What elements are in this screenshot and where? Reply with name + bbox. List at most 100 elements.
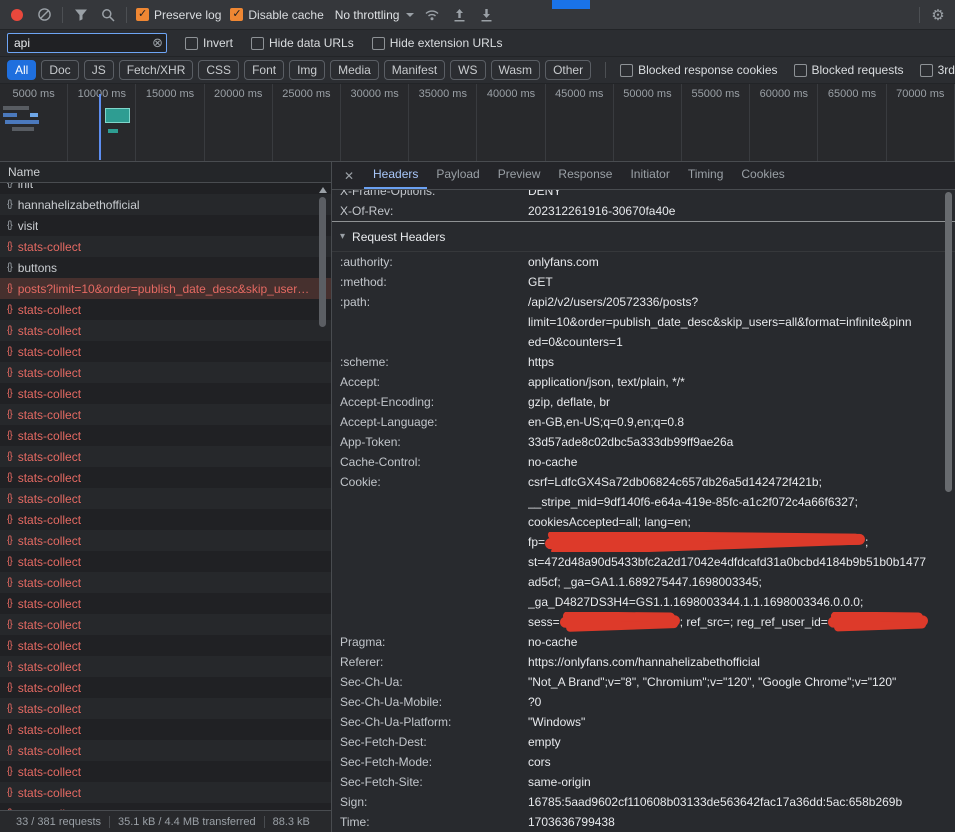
request-row[interactable]: {}stats-collect xyxy=(0,719,331,740)
request-row[interactable]: {}stats-collect xyxy=(0,383,331,404)
search-icon[interactable] xyxy=(99,6,117,24)
request-row[interactable]: {}stats-collect xyxy=(0,740,331,761)
request-row[interactable]: {}stats-collect xyxy=(0,551,331,572)
type-filter-ws[interactable]: WS xyxy=(450,60,485,80)
header-value-line: https://onlyfans.com/hannahelizabethoffi… xyxy=(528,652,955,672)
request-list-scrollbar[interactable] xyxy=(317,185,328,808)
network-conditions-icon[interactable] xyxy=(423,6,441,24)
request-row[interactable]: {}stats-collect xyxy=(0,299,331,320)
request-row[interactable]: {}posts?limit=10&order=publish_date_desc… xyxy=(0,278,331,299)
request-row[interactable]: {}stats-collect xyxy=(0,803,331,810)
header-name: X-Of-Rev: xyxy=(340,201,528,221)
tab-preview[interactable]: Preview xyxy=(489,162,550,189)
disable-cache-checkbox[interactable]: Disable cache xyxy=(230,8,323,22)
request-row[interactable]: {}stats-collect xyxy=(0,362,331,383)
throttling-select[interactable]: No throttling xyxy=(335,8,415,22)
script-icon: {} xyxy=(7,556,12,567)
type-filter-manifest[interactable]: Manifest xyxy=(384,60,445,80)
section-title: Request Headers xyxy=(352,230,445,244)
value-text: __stripe_mid=9df140f6-e64a-419e-85fc-a1c… xyxy=(528,495,858,509)
request-headers-rows: :authority:onlyfans.com:method:GET:path:… xyxy=(332,252,955,832)
request-row[interactable]: {}stats-collect xyxy=(0,341,331,362)
request-row[interactable]: {}stats-collect xyxy=(0,677,331,698)
invert-checkbox[interactable]: Invert xyxy=(185,36,233,50)
hide-extension-urls-checkbox[interactable]: Hide extension URLs xyxy=(372,36,503,50)
filter-icon[interactable] xyxy=(72,6,90,24)
request-row[interactable]: {}stats-collect xyxy=(0,425,331,446)
header-row: Cookie:csrf=LdfcGX4Sa72db06824c657db26a5… xyxy=(332,472,955,632)
tab-cookies[interactable]: Cookies xyxy=(732,162,793,189)
detail-scrollbar[interactable] xyxy=(943,190,954,832)
export-har-icon[interactable] xyxy=(477,6,495,24)
header-row: Sec-Fetch-Dest:empty xyxy=(332,732,955,752)
tab-headers[interactable]: Headers xyxy=(364,162,427,189)
type-filter-all[interactable]: All xyxy=(7,60,36,80)
import-har-icon[interactable] xyxy=(450,6,468,24)
header-row: Accept-Language:en-GB,en-US;q=0.9,en;q=0… xyxy=(332,412,955,432)
request-row[interactable]: {}stats-collect xyxy=(0,572,331,593)
request-row[interactable]: {}stats-collect xyxy=(0,320,331,341)
request-row[interactable]: {}hannahelizabethofficial xyxy=(0,194,331,215)
type-filter-css[interactable]: CSS xyxy=(198,60,239,80)
request-row[interactable]: {}stats-collect xyxy=(0,656,331,677)
request-row[interactable]: {}stats-collect xyxy=(0,236,331,257)
type-filter-media[interactable]: Media xyxy=(330,60,379,80)
header-name: Accept-Encoding: xyxy=(340,392,528,412)
request-list-panel: Name {}init{}hannahelizabethofficial{}vi… xyxy=(0,162,332,832)
tab-timing[interactable]: Timing xyxy=(679,162,733,189)
type-filter-js[interactable]: JS xyxy=(84,60,114,80)
scrollbar-up-arrow-icon[interactable] xyxy=(319,187,327,193)
request-row[interactable]: {}stats-collect xyxy=(0,488,331,509)
request-row[interactable]: {}stats-collect xyxy=(0,761,331,782)
request-row[interactable]: {}stats-collect xyxy=(0,467,331,488)
filter-checkbox-blocked-requests[interactable]: Blocked requests xyxy=(794,63,904,77)
filter-input[interactable] xyxy=(7,33,167,53)
request-name: stats-collect xyxy=(18,723,81,737)
type-filter-other[interactable]: Other xyxy=(545,60,591,80)
request-row[interactable]: {}stats-collect xyxy=(0,530,331,551)
request-row[interactable]: {}stats-collect xyxy=(0,782,331,803)
request-row[interactable]: {}stats-collect xyxy=(0,593,331,614)
header-name: Cache-Control: xyxy=(340,452,528,472)
header-name: App-Token: xyxy=(340,432,528,452)
tab-initiator[interactable]: Initiator xyxy=(621,162,678,189)
type-filter-doc[interactable]: Doc xyxy=(41,60,78,80)
hide-data-urls-checkbox[interactable]: Hide data URLs xyxy=(251,36,354,50)
value-text: cookiesAccepted=all; lang=en; xyxy=(528,515,691,529)
waterfall-overview[interactable]: 5000 ms10000 ms15000 ms20000 ms25000 ms3… xyxy=(0,84,955,162)
preserve-log-checkbox[interactable]: Preserve log xyxy=(136,8,221,22)
type-filter-font[interactable]: Font xyxy=(244,60,284,80)
request-row[interactable]: {}stats-collect xyxy=(0,446,331,467)
request-row[interactable]: {}stats-collect xyxy=(0,698,331,719)
type-filter-img[interactable]: Img xyxy=(289,60,325,80)
settings-gear-icon[interactable]: ⚙ xyxy=(929,6,947,24)
header-value-line: en-GB,en-US;q=0.9,en;q=0.8 xyxy=(528,412,955,432)
name-column-header[interactable]: Name xyxy=(0,162,331,183)
transferred-size: 35.1 kB / 4.4 MB transferred xyxy=(109,816,264,828)
tab-response[interactable]: Response xyxy=(549,162,621,189)
type-filter-wasm[interactable]: Wasm xyxy=(491,60,541,80)
request-row[interactable]: {}stats-collect xyxy=(0,509,331,530)
close-icon[interactable]: ✕ xyxy=(340,169,358,183)
type-filter-chips: AllDoc JSFetch/XHRCSSFontImgMediaManifest… xyxy=(7,60,591,80)
request-headers-section[interactable]: ▾ Request Headers xyxy=(332,221,955,252)
clear-filter-icon[interactable]: ⊗ xyxy=(152,35,163,51)
scrollbar-thumb[interactable] xyxy=(945,192,952,492)
clear-button[interactable] xyxy=(35,6,53,24)
scrollbar-thumb[interactable] xyxy=(319,197,326,327)
tab-payload[interactable]: Payload xyxy=(427,162,488,189)
request-row[interactable]: {}visit xyxy=(0,215,331,236)
filter-checkbox-blocked-response-cookies[interactable]: Blocked response cookies xyxy=(620,63,777,77)
checkbox-unchecked-icon xyxy=(251,37,264,50)
request-row[interactable]: {}stats-collect xyxy=(0,404,331,425)
request-row[interactable]: {}stats-collect xyxy=(0,635,331,656)
request-row[interactable]: {}stats-collect xyxy=(0,614,331,635)
header-value: onlyfans.com xyxy=(528,252,955,272)
header-value-line: 33d57ade8c02dbc5a333db99ff9ae26a xyxy=(528,432,955,452)
record-button[interactable] xyxy=(8,6,26,24)
filter-checkbox-3rd-party-requests[interactable]: 3rd-party requests xyxy=(920,63,955,77)
value-text: ; xyxy=(865,535,868,549)
request-row[interactable]: {}init xyxy=(0,183,331,194)
request-row[interactable]: {}buttons xyxy=(0,257,331,278)
type-filter-fetch-xhr[interactable]: Fetch/XHR xyxy=(119,60,194,80)
